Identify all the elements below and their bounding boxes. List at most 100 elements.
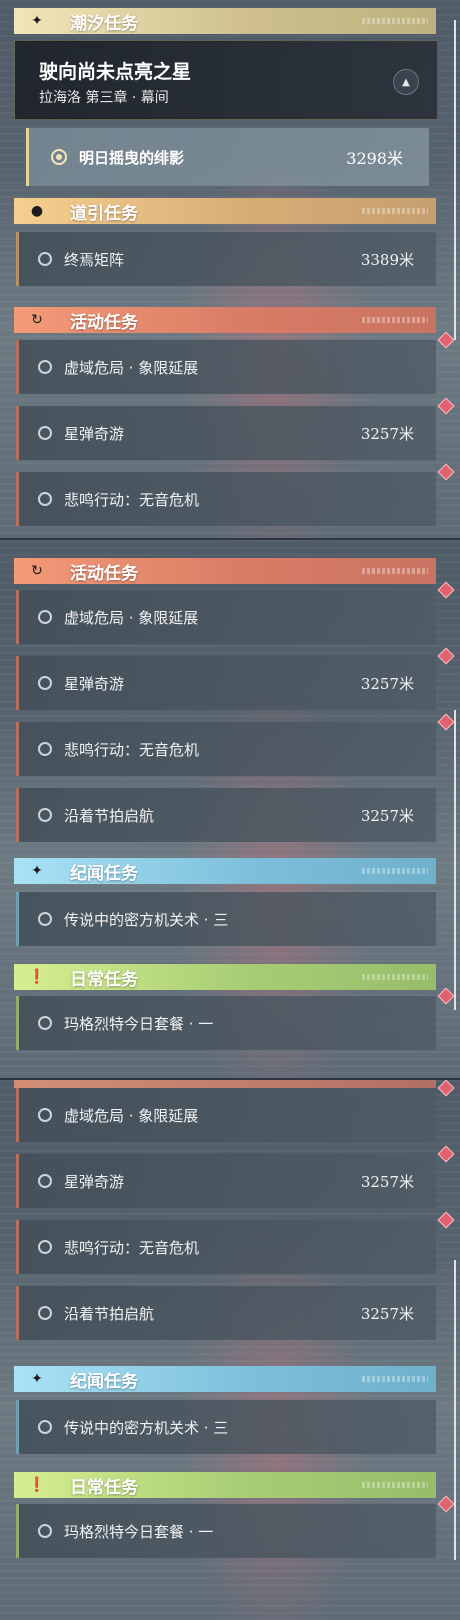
quest-label: 传说中的密方机关术 · 三: [64, 1418, 229, 1437]
quest-label: 虚域危局 · 象限延展: [64, 608, 199, 627]
main-quest-title: 驶向尚未点亮之星: [39, 61, 192, 83]
quest-label: 星弹奇游: [64, 424, 125, 443]
quest-row[interactable]: 悲鸣行动：无音危机: [16, 463, 455, 526]
alert-diamond-icon: [437, 1211, 455, 1229]
quest-row[interactable]: 星弹奇游 3257米: [16, 1145, 455, 1208]
section-title: 活动任务: [70, 563, 138, 584]
section-header-tidal[interactable]: ✦ 潮汐任务: [14, 8, 436, 34]
quest-row[interactable]: 终焉矩阵 3389米: [16, 232, 436, 286]
alert-diamond-icon: [437, 463, 455, 481]
section-header-event[interactable]: ↻ 活动任务: [14, 558, 436, 584]
header-decoration: [362, 568, 428, 574]
quest-row[interactable]: 虚域危局 · 象限延展: [16, 1080, 455, 1142]
collapse-chevron-up-icon[interactable]: ▲: [393, 69, 419, 95]
row-accent-bar: [16, 656, 19, 710]
quest-distance: 3257米: [360, 1304, 414, 1323]
section-title: 潮汐任务: [70, 13, 138, 34]
alert-diamond-icon: [437, 1080, 455, 1097]
section-header-daily[interactable]: ❗ 日常任务: [14, 964, 436, 990]
radio-icon[interactable]: [38, 492, 52, 506]
radio-icon[interactable]: [38, 1306, 52, 1320]
quest-row[interactable]: 悲鸣行动：无音危机: [16, 1211, 455, 1274]
quest-label: 虚域危局 · 象限延展: [64, 1106, 199, 1125]
radio-icon[interactable]: [38, 1524, 52, 1538]
radio-icon[interactable]: [38, 1420, 52, 1434]
quest-label: 玛格烈特今日套餐 · 一: [64, 1014, 214, 1033]
alert-diamond-icon: [437, 581, 455, 599]
main-quest-subtitle: 拉海洛 第三章 · 幕间: [39, 90, 169, 106]
row-accent-bar: [16, 340, 19, 394]
radio-icon[interactable]: [38, 610, 52, 624]
header-decoration: [362, 1482, 428, 1488]
quest-distance: 3389米: [360, 250, 414, 269]
scrollbar[interactable]: [454, 710, 456, 1010]
radio-icon[interactable]: [38, 252, 52, 266]
quest-row[interactable]: 星弹奇游 3257米: [16, 397, 455, 460]
section-title: 日常任务: [70, 1477, 138, 1498]
quest-panel-top: ✦ 潮汐任务 驶向尚未点亮之星 拉海洛 第三章 · 幕间 ▲ 明日摇曳的绯影 3…: [0, 0, 460, 540]
quest-row[interactable]: 悲鸣行动：无音危机: [16, 713, 455, 776]
row-accent-bar: [16, 722, 19, 776]
exclamation-box-icon: ❗: [28, 1477, 46, 1493]
row-accent-bar: [16, 406, 19, 460]
radio-icon[interactable]: [38, 676, 52, 690]
radio-icon[interactable]: [38, 1108, 52, 1122]
radio-icon[interactable]: [38, 808, 52, 822]
quest-row[interactable]: 星弹奇游 3257米: [16, 647, 455, 710]
row-accent-bar: [16, 1400, 19, 1454]
main-quest-step[interactable]: 明日摇曳的绯影 3298米: [26, 128, 429, 186]
section-header-legend[interactable]: ✦ 纪闻任务: [14, 1366, 436, 1392]
sparkle-icon: ✦: [31, 1371, 43, 1387]
row-accent-bar: [16, 788, 19, 842]
quest-label: 悲鸣行动：无音危机: [64, 1238, 200, 1257]
radio-icon[interactable]: [38, 1016, 52, 1030]
alert-diamond-icon: [437, 331, 455, 349]
row-accent-bar: [16, 892, 19, 946]
quest-panel-bottom: 虚域危局 · 象限延展 星弹奇游 3257米 悲鸣行动：无音危机 沿着节拍启航 …: [0, 1080, 460, 1620]
radio-icon[interactable]: [38, 912, 52, 926]
quest-row[interactable]: 虚域危局 · 象限延展: [16, 331, 455, 394]
header-decoration: [362, 208, 428, 214]
tracked-radio-icon[interactable]: [51, 149, 67, 165]
scrollbar[interactable]: [454, 1260, 456, 1560]
main-quest-card[interactable]: 驶向尚未点亮之星 拉海洛 第三章 · 幕间 ▲: [14, 40, 438, 120]
radio-icon[interactable]: [38, 1240, 52, 1254]
row-accent-bar: [16, 1154, 19, 1208]
section-title: 纪闻任务: [70, 863, 138, 884]
quest-row[interactable]: 虚域危局 · 象限延展: [16, 581, 455, 644]
header-decoration: [362, 317, 428, 323]
quest-row[interactable]: 沿着节拍启航 3257米: [16, 788, 436, 842]
quest-label: 终焉矩阵: [64, 250, 125, 269]
header-decoration: [362, 18, 428, 24]
quest-row[interactable]: 玛格烈特今日套餐 · 一: [16, 1495, 455, 1558]
quest-distance: 3257米: [360, 1172, 414, 1191]
section-header-legend[interactable]: ✦ 纪闻任务: [14, 858, 436, 884]
radio-icon[interactable]: [38, 1174, 52, 1188]
header-decoration: [362, 974, 428, 980]
section-header-event[interactable]: ↻ 活动任务: [14, 307, 436, 333]
quest-row[interactable]: 玛格烈特今日套餐 · 一: [16, 987, 455, 1050]
radio-icon[interactable]: [38, 360, 52, 374]
alert-diamond-icon: [437, 647, 455, 665]
quest-row[interactable]: 沿着节拍启航 3257米: [16, 1286, 436, 1340]
sparkle-icon: ✦: [31, 863, 43, 879]
section-header-daily[interactable]: ❗ 日常任务: [14, 1472, 436, 1498]
radio-icon[interactable]: [38, 742, 52, 756]
quest-distance: 3257米: [360, 674, 414, 693]
scrollbar[interactable]: [454, 20, 456, 340]
step-distance: 3298米: [346, 149, 403, 168]
row-accent-bar: [16, 1088, 19, 1142]
row-accent-bar: [16, 232, 19, 286]
quest-row[interactable]: 传说中的密方机关术 · 三: [16, 892, 436, 946]
header-decoration: [362, 1376, 428, 1382]
section-title: 道引任务: [70, 203, 138, 224]
alert-diamond-icon: [437, 397, 455, 415]
quest-label: 玛格烈特今日套餐 · 一: [64, 1522, 214, 1541]
quest-row[interactable]: 传说中的密方机关术 · 三: [16, 1400, 436, 1454]
header-decoration: [362, 868, 428, 874]
section-header-guide[interactable]: ● 道引任务: [14, 198, 436, 224]
row-accent-bar: [16, 996, 19, 1050]
radio-icon[interactable]: [38, 426, 52, 440]
row-accent-bar: [16, 1504, 19, 1558]
quest-label: 星弹奇游: [64, 674, 125, 693]
